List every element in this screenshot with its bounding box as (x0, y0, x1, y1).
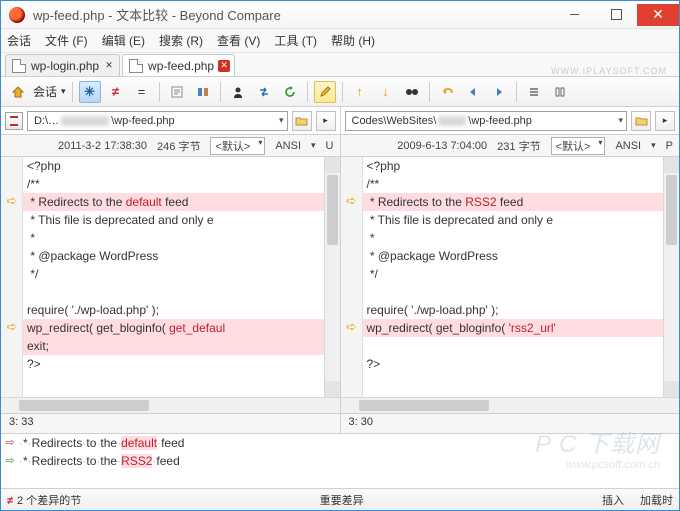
tab-close-icon[interactable]: ✕ (103, 60, 115, 72)
window-title: wp-feed.php - 文本比较 - Beyond Compare (33, 5, 553, 24)
undo-button[interactable] (436, 81, 458, 103)
binoculars-icon[interactable] (401, 81, 423, 103)
all-filter-button[interactable]: ✳ (79, 81, 101, 103)
swap-button[interactable] (253, 81, 275, 103)
browse-button[interactable] (631, 111, 651, 131)
tab-label: wp-feed.php (148, 59, 214, 73)
status-insert: 插入 (602, 492, 624, 508)
left-size: 246 字节 (157, 138, 200, 154)
tab-close-icon[interactable]: ✕ (218, 60, 230, 72)
thumbnail-button[interactable] (5, 112, 23, 130)
left-default-dropdown[interactable]: <默认> (210, 137, 265, 155)
right-gutter: ➪ ➪ (341, 157, 363, 397)
diff-row: ⇨ ·*·Redirects·to·the·default·feed (1, 434, 679, 452)
app-icon (9, 7, 25, 23)
rules-button[interactable] (166, 81, 188, 103)
up-arrow-button[interactable]: ↑ (349, 81, 371, 103)
title-bar: wp-feed.php - 文本比较 - Beyond Compare ✕ (1, 1, 679, 29)
left-pane: ➪ ➪ <?php/** * Redirects to the default … (1, 157, 341, 413)
options-button[interactable] (549, 81, 571, 103)
browse-button[interactable] (292, 111, 312, 131)
horizontal-scrollbar[interactable] (1, 397, 340, 413)
status-loaded: 加载时 (640, 492, 673, 508)
left-lineend: U (326, 140, 334, 152)
info-bar: 2011-3-2 17:38:30 246 字节 <默认> ANSI ▾ U 2… (1, 135, 679, 157)
reload-button[interactable] (279, 81, 301, 103)
menu-session[interactable]: 会话 (7, 32, 31, 49)
diff-icon: ≠ (7, 495, 13, 507)
person-icon[interactable] (227, 81, 249, 103)
copy-right-button[interactable] (488, 81, 510, 103)
home-button[interactable] (7, 81, 29, 103)
position-bar: 3: 33 3: 30 (1, 413, 679, 433)
diff-row: ⇨ ·*·Redirects·to·the·RSS2·feed (1, 452, 679, 470)
left-encoding: ANSI (275, 140, 301, 152)
session-label[interactable]: 会话 (33, 83, 57, 100)
right-code[interactable]: <?php/** * Redirects to the RSS2 feed * … (363, 157, 664, 397)
menu-edit[interactable]: 编辑 (E) (102, 32, 145, 49)
right-encoding: ANSI (615, 140, 641, 152)
diff-marker-icon: ➪ (344, 193, 360, 209)
edit-button[interactable] (314, 81, 336, 103)
copy-left-button[interactable] (462, 81, 484, 103)
list-view-button[interactable] (523, 81, 545, 103)
right-path-field[interactable]: Codes\WebSites\\wp-feed.php (345, 111, 628, 131)
tab-bar: wp-login.php ✕ wp-feed.php ✕ WWW.IPLAYSO… (1, 53, 679, 77)
horizontal-scrollbar[interactable] (341, 397, 680, 413)
arrow-right-icon: ⇨ (1, 452, 19, 470)
menu-tools[interactable]: 工具 (T) (274, 32, 317, 49)
toolbar: 会话▾ ✳ ≠ = ↑ ↓ (1, 77, 679, 107)
menu-file[interactable]: 文件 (F) (45, 32, 88, 49)
history-button[interactable]: ▸ (655, 111, 675, 131)
right-size: 231 字节 (497, 138, 540, 154)
tab-wp-login[interactable]: wp-login.php ✕ (5, 54, 120, 76)
brand-watermark: WWW.IPLAYSOFT.COM (551, 66, 675, 76)
file-icon (129, 59, 143, 73)
diff-detail-pane: ⇨ ·*·Redirects·to·the·default·feed ⇨ ·*·… (1, 433, 679, 488)
status-bar: ≠ 2 个差异的节 重要差异 插入 加载时 (1, 488, 679, 510)
left-date: 2011-3-2 17:38:30 (58, 140, 147, 152)
left-position: 3: 33 (1, 414, 341, 433)
left-code[interactable]: <?php/** * Redirects to the default feed… (23, 157, 324, 397)
minimize-button[interactable] (553, 4, 595, 26)
arrow-right-icon: ⇨ (1, 434, 19, 452)
tab-wp-feed[interactable]: wp-feed.php ✕ (122, 54, 235, 76)
right-default-dropdown[interactable]: <默认> (551, 137, 606, 155)
menu-view[interactable]: 查看 (V) (217, 32, 260, 49)
left-path-field[interactable]: D:\…\wp-feed.php (27, 111, 288, 131)
path-bar: D:\…\wp-feed.php ▸ Codes\WebSites\\wp-fe… (1, 107, 679, 135)
diff-marker-icon: ➪ (4, 319, 20, 335)
maximize-button[interactable] (595, 4, 637, 26)
vertical-scrollbar[interactable] (324, 157, 340, 397)
diff-marker-icon: ➪ (344, 319, 360, 335)
compare-panes: ➪ ➪ <?php/** * Redirects to the default … (1, 157, 679, 413)
right-lineend: P (666, 140, 673, 152)
tab-label: wp-login.php (31, 59, 99, 73)
right-pane: ➪ ➪ <?php/** * Redirects to the RSS2 fee… (341, 157, 680, 413)
diff-marker-icon: ➪ (4, 193, 20, 209)
same-filter-button[interactable]: = (131, 81, 153, 103)
file-icon (12, 59, 26, 73)
diff-count: 2 个差异的节 (17, 495, 81, 507)
down-arrow-button[interactable]: ↓ (375, 81, 397, 103)
close-button[interactable]: ✕ (637, 4, 679, 26)
menu-search[interactable]: 搜索 (R) (159, 32, 203, 49)
right-date: 2009-6-13 7:04:00 (397, 140, 487, 152)
vertical-scrollbar[interactable] (663, 157, 679, 397)
diff-filter-button[interactable]: ≠ (105, 81, 127, 103)
left-gutter: ➪ ➪ (1, 157, 23, 397)
history-button[interactable]: ▸ (316, 111, 336, 131)
status-important: 重要差异 (320, 492, 364, 508)
format-button[interactable] (192, 81, 214, 103)
menu-help[interactable]: 帮助 (H) (331, 32, 375, 49)
menu-bar: 会话 文件 (F) 编辑 (E) 搜索 (R) 查看 (V) 工具 (T) 帮助… (1, 29, 679, 53)
right-position: 3: 30 (341, 414, 680, 433)
